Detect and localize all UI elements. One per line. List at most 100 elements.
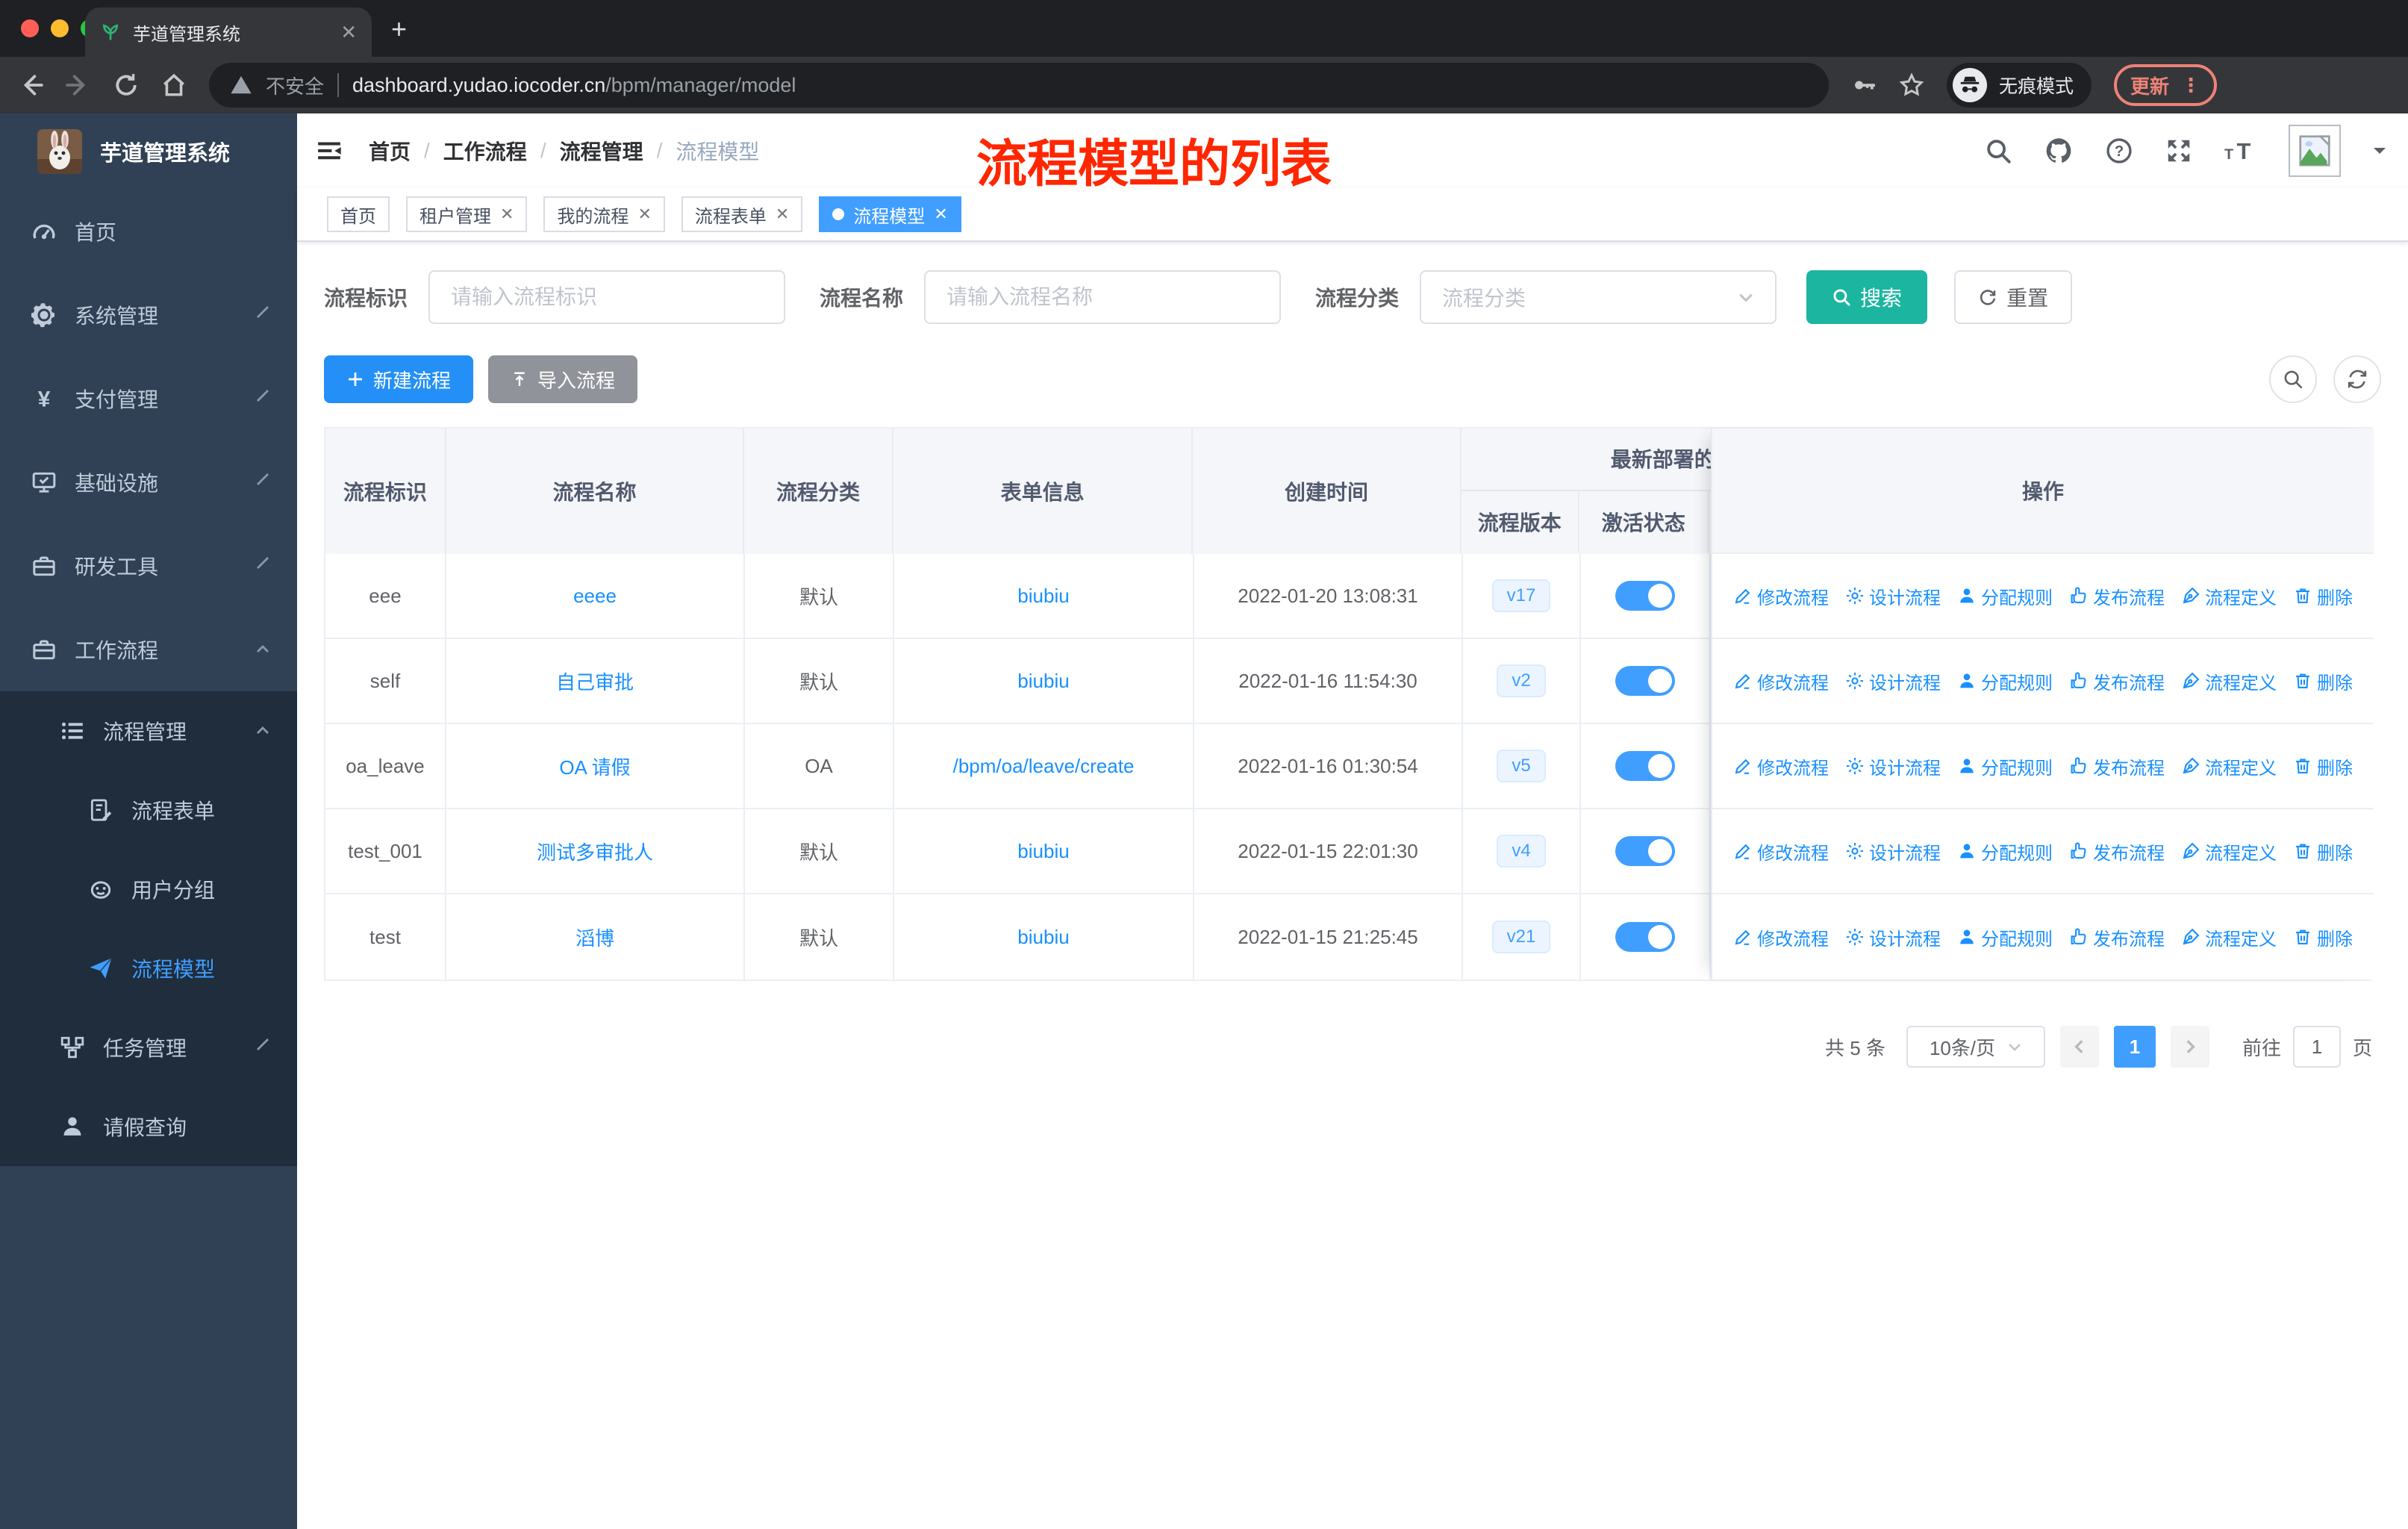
help-icon[interactable]: ? bbox=[2105, 137, 2133, 165]
edit-process-link[interactable]: 修改流程 bbox=[1733, 838, 1829, 865]
github-icon[interactable] bbox=[2044, 136, 2074, 166]
update-button[interactable]: 更新 ⋮ bbox=[2114, 64, 2218, 106]
version-badge[interactable]: v21 bbox=[1491, 921, 1551, 953]
cell-process-name-link[interactable]: 自己审批 bbox=[446, 639, 745, 723]
cell-process-name-link[interactable]: 测试多审批人 bbox=[446, 809, 745, 893]
assign-rule-link[interactable]: 分配规则 bbox=[1957, 668, 2053, 694]
process-definition-link[interactable]: 流程定义 bbox=[2181, 924, 2277, 950]
prev-page-button[interactable] bbox=[2059, 1026, 2099, 1068]
sidebar-item-process-mgmt[interactable]: 流程管理 bbox=[0, 691, 297, 770]
minimize-window-button[interactable] bbox=[51, 19, 69, 37]
tag-close-icon[interactable]: ✕ bbox=[500, 205, 514, 224]
sidebar-item-user-group[interactable]: 用户分组 bbox=[0, 850, 297, 929]
process-id-input[interactable] bbox=[428, 270, 786, 324]
key-icon[interactable] bbox=[1851, 72, 1877, 98]
goto-page-input[interactable] bbox=[2292, 1026, 2341, 1068]
tag-home[interactable]: 首页 bbox=[327, 196, 390, 232]
delete-link[interactable]: 删除 bbox=[2293, 583, 2353, 609]
delete-link[interactable]: 删除 bbox=[2293, 924, 2353, 950]
home-icon[interactable] bbox=[161, 72, 187, 98]
import-process-button[interactable]: 导入流程 bbox=[488, 355, 638, 403]
cell-form-link[interactable]: /bpm/oa/leave/create bbox=[894, 724, 1194, 808]
sidebar-item-workflow[interactable]: 工作流程 bbox=[0, 608, 297, 691]
version-badge[interactable]: v17 bbox=[1491, 579, 1551, 612]
sidebar-item-payment[interactable]: ¥ 支付管理 bbox=[0, 357, 297, 440]
breadcrumb-item[interactable]: 工作流程 bbox=[443, 136, 527, 166]
next-page-button[interactable] bbox=[2170, 1026, 2209, 1068]
breadcrumb-item[interactable]: 流程模型 bbox=[676, 136, 759, 166]
publish-process-link[interactable]: 发布流程 bbox=[2069, 838, 2165, 865]
edit-process-link[interactable]: 修改流程 bbox=[1733, 668, 1829, 694]
cell-form-link[interactable]: biubiu bbox=[894, 554, 1194, 638]
version-badge[interactable]: v4 bbox=[1497, 835, 1546, 868]
process-definition-link[interactable]: 流程定义 bbox=[2181, 668, 2277, 694]
sidebar-item-system[interactable]: 系统管理 bbox=[0, 273, 297, 357]
publish-process-link[interactable]: 发布流程 bbox=[2069, 583, 2165, 609]
tag-process-form[interactable]: 流程表单 ✕ bbox=[681, 196, 803, 232]
new-tab-button[interactable]: + bbox=[391, 13, 407, 45]
cell-form-link[interactable]: biubiu bbox=[894, 809, 1194, 893]
process-definition-link[interactable]: 流程定义 bbox=[2181, 753, 2277, 779]
design-process-link[interactable]: 设计流程 bbox=[1845, 924, 1941, 950]
cell-process-name-link[interactable]: 滔博 bbox=[446, 894, 745, 980]
sidebar-item-devtools[interactable]: 研发工具 bbox=[0, 524, 297, 608]
tag-tenant[interactable]: 租户管理 ✕ bbox=[406, 196, 528, 232]
tag-my-process[interactable]: 我的流程 ✕ bbox=[543, 196, 665, 232]
current-page-button[interactable]: 1 bbox=[2113, 1026, 2156, 1068]
assign-rule-link[interactable]: 分配规则 bbox=[1957, 583, 2053, 609]
active-toggle[interactable] bbox=[1615, 751, 1675, 781]
sidebar-item-process-model[interactable]: 流程模型 bbox=[0, 929, 297, 1008]
sidebar-item-leave-query[interactable]: 请假查询 bbox=[0, 1087, 297, 1166]
publish-process-link[interactable]: 发布流程 bbox=[2069, 668, 2165, 694]
cell-process-name-link[interactable]: OA 请假 bbox=[446, 724, 745, 808]
assign-rule-link[interactable]: 分配规则 bbox=[1957, 753, 2053, 779]
publish-process-link[interactable]: 发布流程 bbox=[2069, 924, 2165, 950]
version-badge[interactable]: v2 bbox=[1497, 664, 1546, 697]
assign-rule-link[interactable]: 分配规则 bbox=[1957, 838, 2053, 865]
font-size-icon[interactable]: TT bbox=[2224, 137, 2257, 165]
create-process-button[interactable]: 新建流程 bbox=[324, 355, 474, 403]
assign-rule-link[interactable]: 分配规则 bbox=[1957, 924, 2053, 950]
design-process-link[interactable]: 设计流程 bbox=[1845, 753, 1941, 779]
breadcrumb-item[interactable]: 流程管理 bbox=[560, 136, 643, 166]
tag-close-icon[interactable]: ✕ bbox=[637, 205, 651, 224]
publish-process-link[interactable]: 发布流程 bbox=[2069, 753, 2165, 779]
tab-close-icon[interactable]: ✕ bbox=[340, 21, 357, 44]
forward-icon[interactable] bbox=[66, 72, 91, 98]
active-toggle[interactable] bbox=[1615, 922, 1675, 952]
fullscreen-icon[interactable] bbox=[2165, 137, 2193, 165]
edit-process-link[interactable]: 修改流程 bbox=[1733, 583, 1829, 609]
tag-close-icon[interactable]: ✕ bbox=[776, 205, 789, 224]
process-name-input[interactable] bbox=[924, 270, 1282, 324]
breadcrumb-item[interactable]: 首页 bbox=[369, 136, 411, 166]
sidebar-item-task-mgmt[interactable]: 任务管理 bbox=[0, 1008, 297, 1087]
close-window-button[interactable] bbox=[21, 19, 39, 37]
back-icon[interactable] bbox=[18, 72, 43, 98]
bookmark-star-icon[interactable] bbox=[1899, 72, 1924, 98]
process-definition-link[interactable]: 流程定义 bbox=[2181, 838, 2277, 865]
edit-process-link[interactable]: 修改流程 bbox=[1733, 753, 1829, 779]
design-process-link[interactable]: 设计流程 bbox=[1845, 838, 1941, 865]
active-toggle[interactable] bbox=[1615, 836, 1675, 866]
version-badge[interactable]: v5 bbox=[1497, 750, 1546, 782]
sidebar-fold-icon[interactable] bbox=[316, 138, 342, 164]
user-avatar[interactable] bbox=[2289, 125, 2341, 177]
cell-process-name-link[interactable]: eeee bbox=[446, 554, 745, 638]
delete-link[interactable]: 删除 bbox=[2293, 668, 2353, 694]
reload-icon[interactable] bbox=[113, 72, 139, 98]
delete-link[interactable]: 删除 bbox=[2293, 838, 2353, 865]
toggle-search-button[interactable] bbox=[2269, 355, 2317, 403]
edit-process-link[interactable]: 修改流程 bbox=[1733, 924, 1829, 950]
sidebar-item-home[interactable]: 首页 bbox=[0, 190, 297, 273]
search-icon[interactable] bbox=[1984, 137, 2012, 165]
category-select[interactable]: 流程分类 bbox=[1420, 270, 1777, 324]
design-process-link[interactable]: 设计流程 bbox=[1845, 668, 1941, 694]
active-toggle[interactable] bbox=[1615, 666, 1675, 696]
tag-process-model[interactable]: 流程模型 ✕ bbox=[819, 196, 961, 232]
reset-button[interactable]: 重置 bbox=[1954, 270, 2073, 324]
browser-tab[interactable]: 芋道管理系统 ✕ bbox=[85, 7, 372, 57]
menu-kebab-icon[interactable]: ⋮ bbox=[2181, 75, 2200, 95]
caret-down-icon[interactable] bbox=[2372, 143, 2387, 158]
delete-link[interactable]: 删除 bbox=[2293, 753, 2353, 779]
cell-form-link[interactable]: biubiu bbox=[894, 894, 1194, 980]
